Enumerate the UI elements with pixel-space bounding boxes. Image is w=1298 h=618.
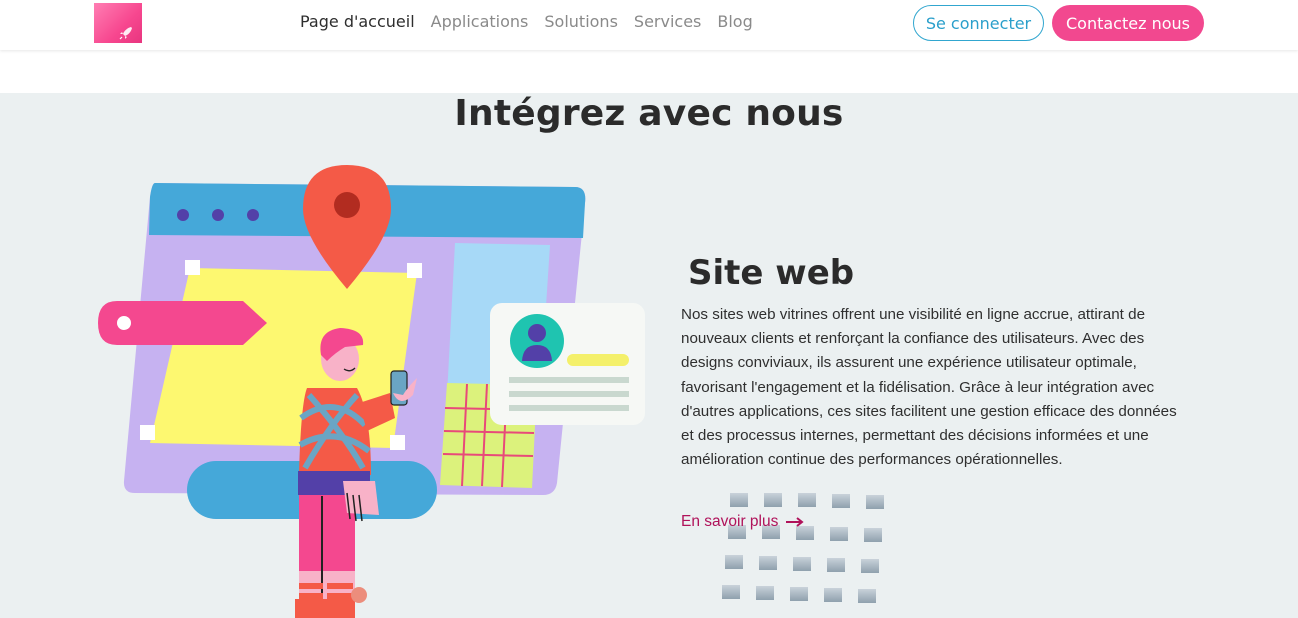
arrow-right-icon xyxy=(786,517,804,527)
nav-home[interactable]: Page d'accueil xyxy=(300,12,415,31)
website-illustration xyxy=(98,165,645,618)
tag-graphic xyxy=(98,301,267,345)
learn-more-label: En savoir plus xyxy=(681,513,779,530)
nav-blog[interactable]: Blog xyxy=(717,12,752,31)
nav-applications[interactable]: Applications xyxy=(431,12,529,31)
integration-section: Intégrez avec nous Site web Nos sites we… xyxy=(0,93,1298,618)
logo[interactable] xyxy=(94,3,142,43)
card-title: Site web xyxy=(688,253,855,293)
rocket-icon xyxy=(119,27,132,40)
nav-services[interactable]: Services xyxy=(634,12,701,31)
nav-solutions[interactable]: Solutions xyxy=(544,12,618,31)
main-nav: Page d'accueil Applications Solutions Se… xyxy=(300,12,753,31)
contact-button[interactable]: Contactez nous xyxy=(1052,5,1204,41)
decorative-squares xyxy=(722,493,884,603)
card-description: Nos sites web vitrines offrent une visib… xyxy=(681,306,1177,469)
section-title: Intégrez avec nous xyxy=(454,93,844,134)
login-button[interactable]: Se connecter xyxy=(913,5,1044,41)
profile-card-graphic xyxy=(490,303,645,425)
learn-more-link[interactable]: En savoir plus xyxy=(681,513,804,531)
top-navbar: Page d'accueil Applications Solutions Se… xyxy=(0,0,1298,50)
